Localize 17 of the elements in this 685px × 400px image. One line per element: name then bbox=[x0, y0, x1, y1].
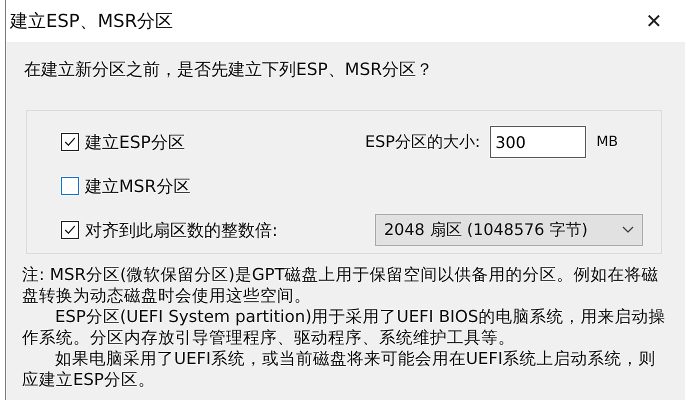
size-label: ESP分区的大小: bbox=[365, 132, 480, 152]
checkbox[interactable] bbox=[61, 177, 79, 195]
window-title: 建立ESP、MSR分区 bbox=[10, 10, 174, 33]
checkbox-label[interactable]: 建立MSR分区 bbox=[85, 174, 355, 198]
note-paragraph: ESP分区(UEFI System partition)用于采用了UEFI BIOS的电脑系统，用来启动操作系统。分区内存放引导管理程序、驱动程序、系统维护工具等。 bbox=[22, 306, 666, 348]
checkbox-label[interactable]: 对齐到此扇区数的整数倍: bbox=[85, 218, 355, 242]
checkbox[interactable] bbox=[61, 133, 79, 151]
sector-dropdown[interactable]: 2048 扇区 (1048576 字节) bbox=[375, 214, 643, 246]
checkbox[interactable] bbox=[61, 221, 79, 239]
prompt-text: 在建立新分区之前，是否先建立下列ESP、MSR分区？ bbox=[23, 59, 434, 82]
note-paragraph: 注: MSR分区(微软保留分区)是GPT磁盘上用于保留空间以供备用的分区。例如在将磁盘转换为动态磁盘时会使用这些空间。 bbox=[22, 264, 660, 306]
note-paragraph: 如果电脑采用了UEFI系统，或当前磁盘将来可能会用在UEFI系统上启动系统，则应建立ESP分区。 bbox=[22, 348, 657, 390]
close-button[interactable]: ✕ bbox=[631, 1, 677, 41]
checkbox-label[interactable]: 建立ESP分区 bbox=[85, 130, 355, 154]
size-input-field[interactable]: 300 bbox=[490, 126, 586, 158]
unit-label: MB bbox=[596, 134, 618, 150]
chevron-down-icon bbox=[622, 226, 634, 234]
